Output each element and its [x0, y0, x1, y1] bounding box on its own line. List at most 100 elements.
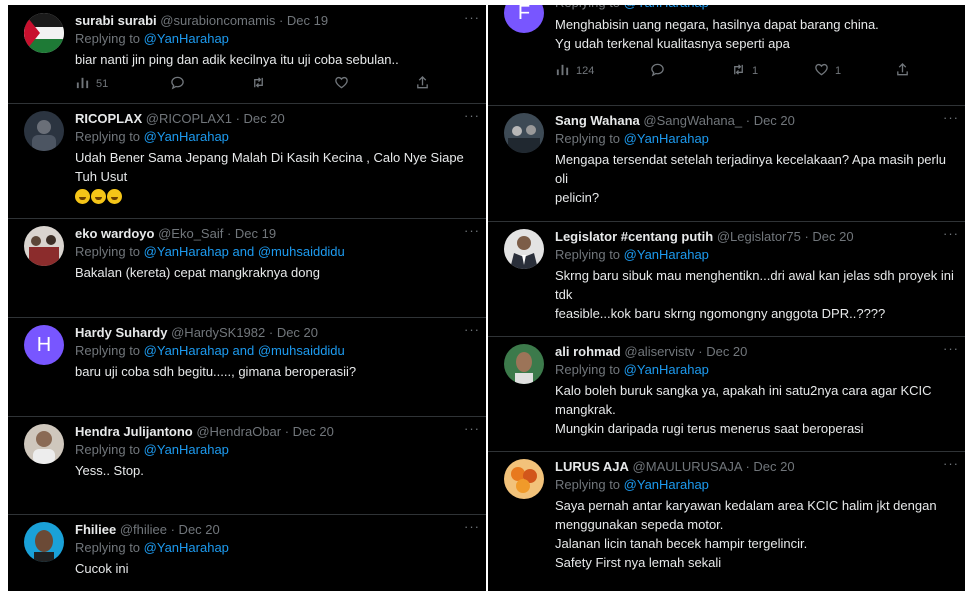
display-name[interactable]: Fhiliee	[75, 522, 116, 537]
tweet[interactable]: RICOPLAX @RICOPLAX1 · Dec 20 ··· Replying …	[8, 103, 486, 219]
replying-label: Replying to	[75, 244, 141, 259]
like-button[interactable]	[334, 75, 355, 93]
timestamp[interactable]: · Dec 20	[236, 111, 285, 126]
handle[interactable]: @SangWahana_	[643, 113, 742, 128]
reply-mention[interactable]: @YanHarahap	[144, 129, 229, 144]
more-options-icon[interactable]: ···	[943, 226, 959, 241]
crowd-avatar[interactable]	[504, 113, 544, 153]
display-name[interactable]: LURUS AJA	[555, 459, 629, 474]
handle[interactable]: @HendraObar	[196, 424, 281, 439]
reply-mention[interactable]: @YanHarahap	[144, 442, 229, 457]
more-options-icon[interactable]: ···	[464, 421, 480, 436]
handle[interactable]: @surabioncomamis	[160, 13, 275, 28]
timestamp[interactable]: · Dec 20	[698, 344, 747, 359]
timestamp[interactable]: · Dec 20	[269, 325, 318, 340]
display-name[interactable]: RICOPLAX	[75, 111, 142, 126]
tweet-text-line: Skrng baru sibuk mau menghentikn...dri a…	[555, 268, 954, 302]
more-options-icon[interactable]: ···	[943, 110, 959, 125]
handle[interactable]: @Eko_Saif	[158, 226, 223, 241]
handle[interactable]: @RICOPLAX1	[146, 111, 232, 126]
tweet[interactable]: LURUS AJA @MAULURUSAJA · Dec 20 ··· Replyi…	[488, 451, 965, 591]
display-name[interactable]: Hardy Suhardy	[75, 325, 167, 340]
tweet[interactable]: F···Replying to @YanHarahapMenghabisin u…	[488, 5, 965, 106]
more-options-icon[interactable]: ···	[464, 10, 480, 25]
more-options-icon[interactable]: ···	[943, 456, 959, 471]
reply-mention[interactable]: @YanHarahap	[624, 131, 709, 146]
reply-button[interactable]	[650, 62, 671, 80]
retweet-button[interactable]	[251, 75, 272, 93]
emoji-row	[75, 186, 478, 205]
avatar[interactable]: F	[504, 5, 544, 33]
group-avatar[interactable]	[24, 226, 64, 266]
timestamp[interactable]: · Dec 19	[279, 13, 328, 28]
reply-mention[interactable]: @YanHarahap	[624, 477, 709, 492]
photo-avatar[interactable]	[24, 111, 64, 151]
reply-mention[interactable]: @YanHarahap	[144, 244, 229, 259]
fruit-avatar[interactable]	[504, 459, 544, 499]
suit-avatar[interactable]	[504, 229, 544, 269]
more-options-icon[interactable]: ···	[943, 341, 959, 356]
more-options-icon[interactable]: ···	[464, 108, 480, 123]
views-button[interactable]: 124	[555, 62, 594, 80]
handle[interactable]: @aliservistv	[624, 344, 694, 359]
handle[interactable]: @MAULURUSAJA	[633, 459, 742, 474]
man-avatar[interactable]	[504, 344, 544, 384]
display-name[interactable]: Hendra Julijantono	[75, 424, 193, 439]
replying-label: Replying to	[555, 131, 621, 146]
handle[interactable]: @Legislator75	[717, 229, 801, 244]
reply-mention-2[interactable]: @muhsaiddidu	[258, 343, 345, 358]
display-name[interactable]: ali rohmad	[555, 344, 621, 359]
timestamp[interactable]: · Dec 20	[746, 113, 795, 128]
tweet[interactable]: eko wardoyo @Eko_Saif · Dec 19 ··· Replyin…	[8, 218, 486, 318]
tweet[interactable]: surabi surabi @surabioncomamis · Dec 19 ·…	[8, 5, 486, 104]
reply-mention[interactable]: @YanHarahap	[624, 247, 709, 262]
share-button[interactable]	[895, 62, 910, 80]
display-name[interactable]: Legislator #centang putih	[555, 229, 713, 244]
timestamp[interactable]: · Dec 20	[804, 229, 853, 244]
face-avatar[interactable]	[24, 522, 64, 562]
more-options-icon[interactable]: ···	[464, 519, 480, 534]
tweet[interactable]: Hendra Julijantono @HendraObar · Dec 20 ·…	[8, 416, 486, 515]
tweet-text: Cucok ini	[75, 559, 478, 578]
handle[interactable]: @fhiliee	[120, 522, 167, 537]
like-button[interactable]: 1	[814, 62, 841, 80]
reply-mention-2[interactable]: @muhsaiddidu	[258, 244, 345, 259]
person-avatar[interactable]	[24, 424, 64, 464]
tweet[interactable]: Legislator #centang putih @Legislator75 …	[488, 221, 965, 337]
more-options-icon[interactable]: ···	[464, 322, 480, 337]
share-button[interactable]	[415, 75, 430, 93]
reply-mention[interactable]: @YanHarahap	[144, 540, 229, 555]
timestamp[interactable]: · Dec 20	[745, 459, 794, 474]
timestamp[interactable]: · Dec 20	[285, 424, 334, 439]
retweet-button[interactable]: 1	[731, 62, 758, 80]
avatar[interactable]: H	[24, 325, 64, 365]
reply-button[interactable]	[170, 75, 191, 93]
tweet-text-line: baru uji coba sdh begitu....., gimana be…	[75, 364, 357, 379]
tweet[interactable]: Fhiliee @fhiliee · Dec 20 ··· Replying to …	[8, 514, 486, 591]
replying-label: Replying to	[75, 540, 141, 555]
timestamp[interactable]: · Dec 19	[227, 226, 276, 241]
like-icon	[814, 62, 829, 80]
reply-mention[interactable]: @YanHarahap	[624, 362, 709, 377]
more-options-icon[interactable]: ···	[464, 223, 480, 238]
replying-to: Replying to @YanHarahap	[555, 5, 709, 10]
retweet-icon	[251, 75, 266, 93]
share-icon	[415, 75, 430, 93]
tweet-text: Kalo boleh buruk sangka ya, apakah ini s…	[555, 381, 957, 438]
reply-mention[interactable]: @YanHarahap	[144, 343, 229, 358]
tweet[interactable]: ali rohmad @aliservistv · Dec 20 ··· Reply…	[488, 336, 965, 452]
views-count: 51	[96, 78, 109, 90]
flag-avatar[interactable]	[24, 13, 64, 53]
right-replies-column: F ··· Replying to @YanHarahap Menghabisin u…	[488, 5, 965, 591]
tweet[interactable]: Sang Wahana @SangWahana_ · Dec 20 ··· Repl…	[488, 105, 965, 222]
replying-label: Replying to	[555, 247, 621, 262]
display-name[interactable]: eko wardoyo	[75, 226, 154, 241]
display-name[interactable]: surabi surabi	[75, 13, 157, 28]
reply-mention[interactable]: @YanHarahap	[144, 31, 229, 46]
handle[interactable]: @HardySK1982	[171, 325, 265, 340]
reply-mention[interactable]: @YanHarahap	[624, 5, 709, 10]
display-name[interactable]: Sang Wahana	[555, 113, 640, 128]
timestamp[interactable]: · Dec 20	[171, 522, 220, 537]
views-button[interactable]: 51	[75, 75, 108, 93]
tweet[interactable]: H Hardy Suhardy @HardySK1982 · Dec 20 ··· R…	[8, 317, 486, 417]
